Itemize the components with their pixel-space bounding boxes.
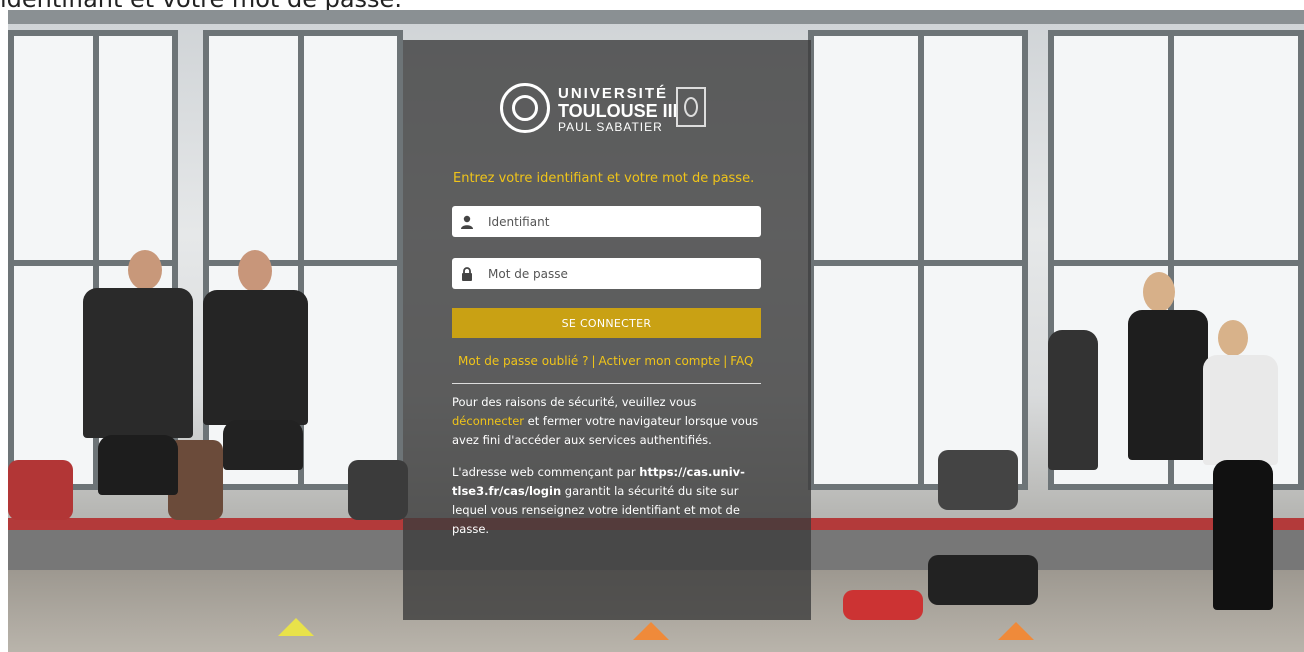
logo-line-3: PAUL SABATIER xyxy=(558,120,663,134)
sports-bag xyxy=(843,590,923,620)
person xyxy=(1203,355,1278,465)
login-prompt: Entrez votre identifiant et votre mot de… xyxy=(453,171,755,186)
backpack xyxy=(938,450,1018,510)
activate-account-link[interactable]: Activer mon compte xyxy=(599,354,721,368)
faq-link[interactable]: FAQ xyxy=(730,354,753,368)
person xyxy=(83,288,193,438)
sports-bag xyxy=(8,460,73,520)
security-url-notice: L'adresse web commençant par https://cas… xyxy=(452,463,764,539)
link-separator: | xyxy=(723,354,728,368)
notice-text: Pour des raisons de sécurité, veuillez v… xyxy=(452,395,697,409)
person-head xyxy=(128,250,162,290)
logout-link[interactable]: déconnecter xyxy=(452,414,524,428)
window-mullion xyxy=(918,30,924,490)
training-cone xyxy=(998,622,1034,640)
lock-icon xyxy=(452,258,482,289)
person xyxy=(1048,330,1098,470)
divider xyxy=(452,383,761,384)
logo-line-2: TOULOUSE III xyxy=(558,101,678,121)
notice-text: L'adresse web commençant par xyxy=(452,465,640,479)
person-legs xyxy=(1213,460,1273,610)
sports-bag xyxy=(928,555,1038,605)
person-head xyxy=(1143,272,1175,312)
login-panel: UNIVERSITÉ TOULOUSE III PAUL SABATIER En… xyxy=(403,40,811,620)
backpack xyxy=(348,460,408,520)
forgot-password-link[interactable]: Mot de passe oublié ? xyxy=(458,354,589,368)
training-cone xyxy=(633,622,669,640)
user-icon xyxy=(452,206,482,237)
help-links: Mot de passe oublié ? | Activer mon compte… xyxy=(458,354,754,368)
person-head xyxy=(238,250,272,292)
window xyxy=(1048,30,1304,270)
password-input[interactable] xyxy=(488,258,753,289)
federal-university-seal-icon xyxy=(676,87,706,127)
login-button[interactable]: SE CONNECTER xyxy=(452,308,761,338)
logo-emblem-icon xyxy=(500,83,550,133)
logo-line-1: UNIVERSITÉ xyxy=(558,85,669,102)
username-input[interactable] xyxy=(488,206,753,237)
username-field[interactable] xyxy=(452,206,761,237)
training-cone xyxy=(278,618,314,636)
person-head xyxy=(1218,320,1248,356)
university-logo: UNIVERSITÉ TOULOUSE III PAUL SABATIER xyxy=(500,83,715,138)
security-logout-notice: Pour des raisons de sécurité, veuillez v… xyxy=(452,393,764,450)
person-legs xyxy=(98,435,178,495)
person xyxy=(1128,310,1208,460)
window-frame-top xyxy=(8,10,1304,24)
link-separator: | xyxy=(591,354,596,368)
person-legs xyxy=(223,420,303,470)
password-field[interactable] xyxy=(452,258,761,289)
person xyxy=(203,290,308,425)
